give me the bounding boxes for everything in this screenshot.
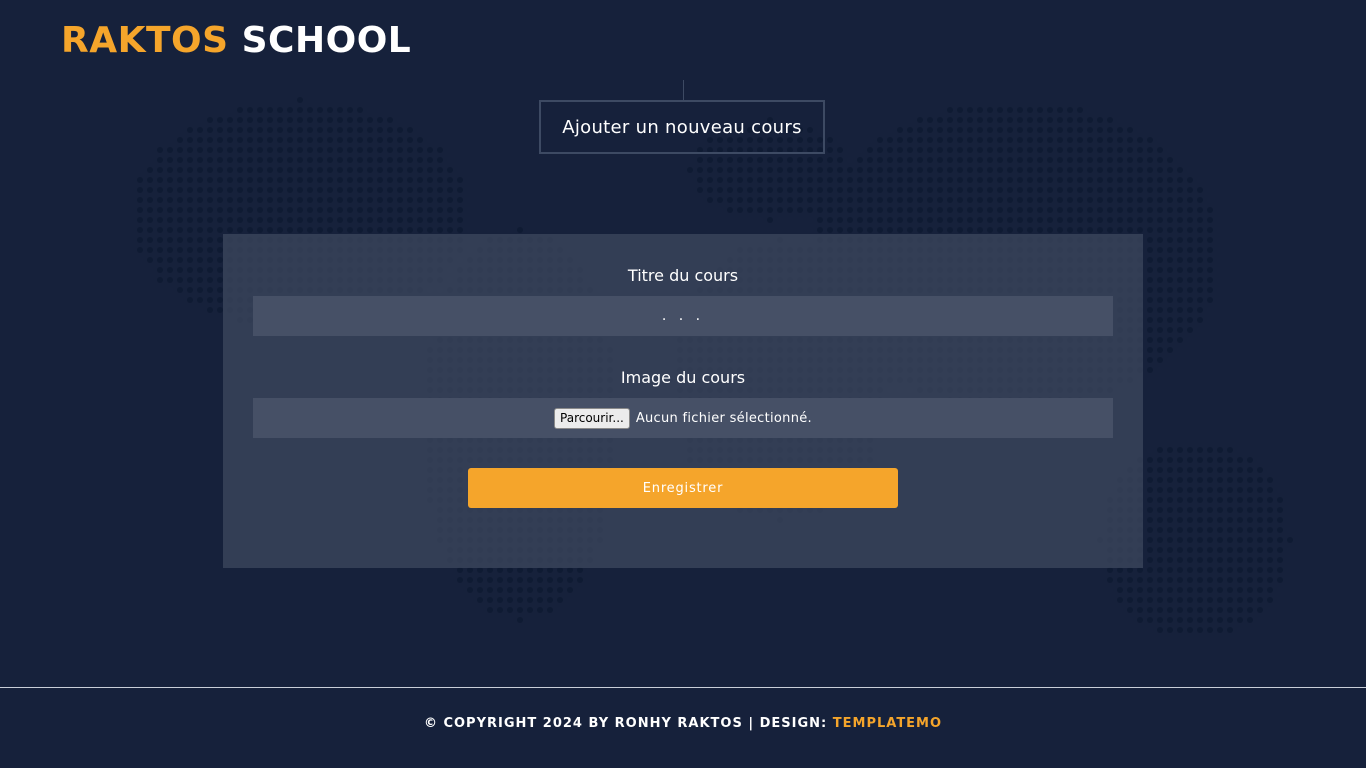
course-title-label: Titre du cours	[627, 266, 739, 285]
save-button[interactable]: Enregistrer	[468, 468, 898, 508]
course-image-field: Parcourir... Aucun fichier sélectionné.	[253, 398, 1113, 438]
browse-file-button[interactable]: Parcourir...	[554, 407, 630, 429]
footer: © COPYRIGHT 2024 BY RONHY RAKTOS | DESIG…	[0, 716, 1366, 731]
templatemo-link[interactable]: TEMPLATEMO	[833, 716, 942, 731]
site-logo[interactable]: RAKTOS SCHOOL	[61, 18, 411, 64]
page-title: Ajouter un nouveau cours	[539, 100, 825, 154]
title-connector-line	[683, 80, 684, 100]
page: RAKTOS SCHOOL Ajouter un nouveau cours T…	[0, 0, 1366, 768]
course-image-label: Image du cours	[620, 368, 746, 387]
course-form: Titre du cours Image du cours Parcourir.…	[223, 234, 1143, 568]
course-title-field-box	[253, 296, 1113, 336]
course-title-input[interactable]	[253, 296, 1113, 336]
logo-word-raktos: RAKTOS	[61, 20, 229, 61]
file-status-text: Aucun fichier sélectionné.	[635, 410, 812, 426]
footer-divider	[0, 687, 1366, 688]
copyright-text: © COPYRIGHT 2024 BY RONHY RAKTOS | DESIG…	[423, 716, 833, 731]
logo-word-school: SCHOOL	[241, 20, 412, 61]
